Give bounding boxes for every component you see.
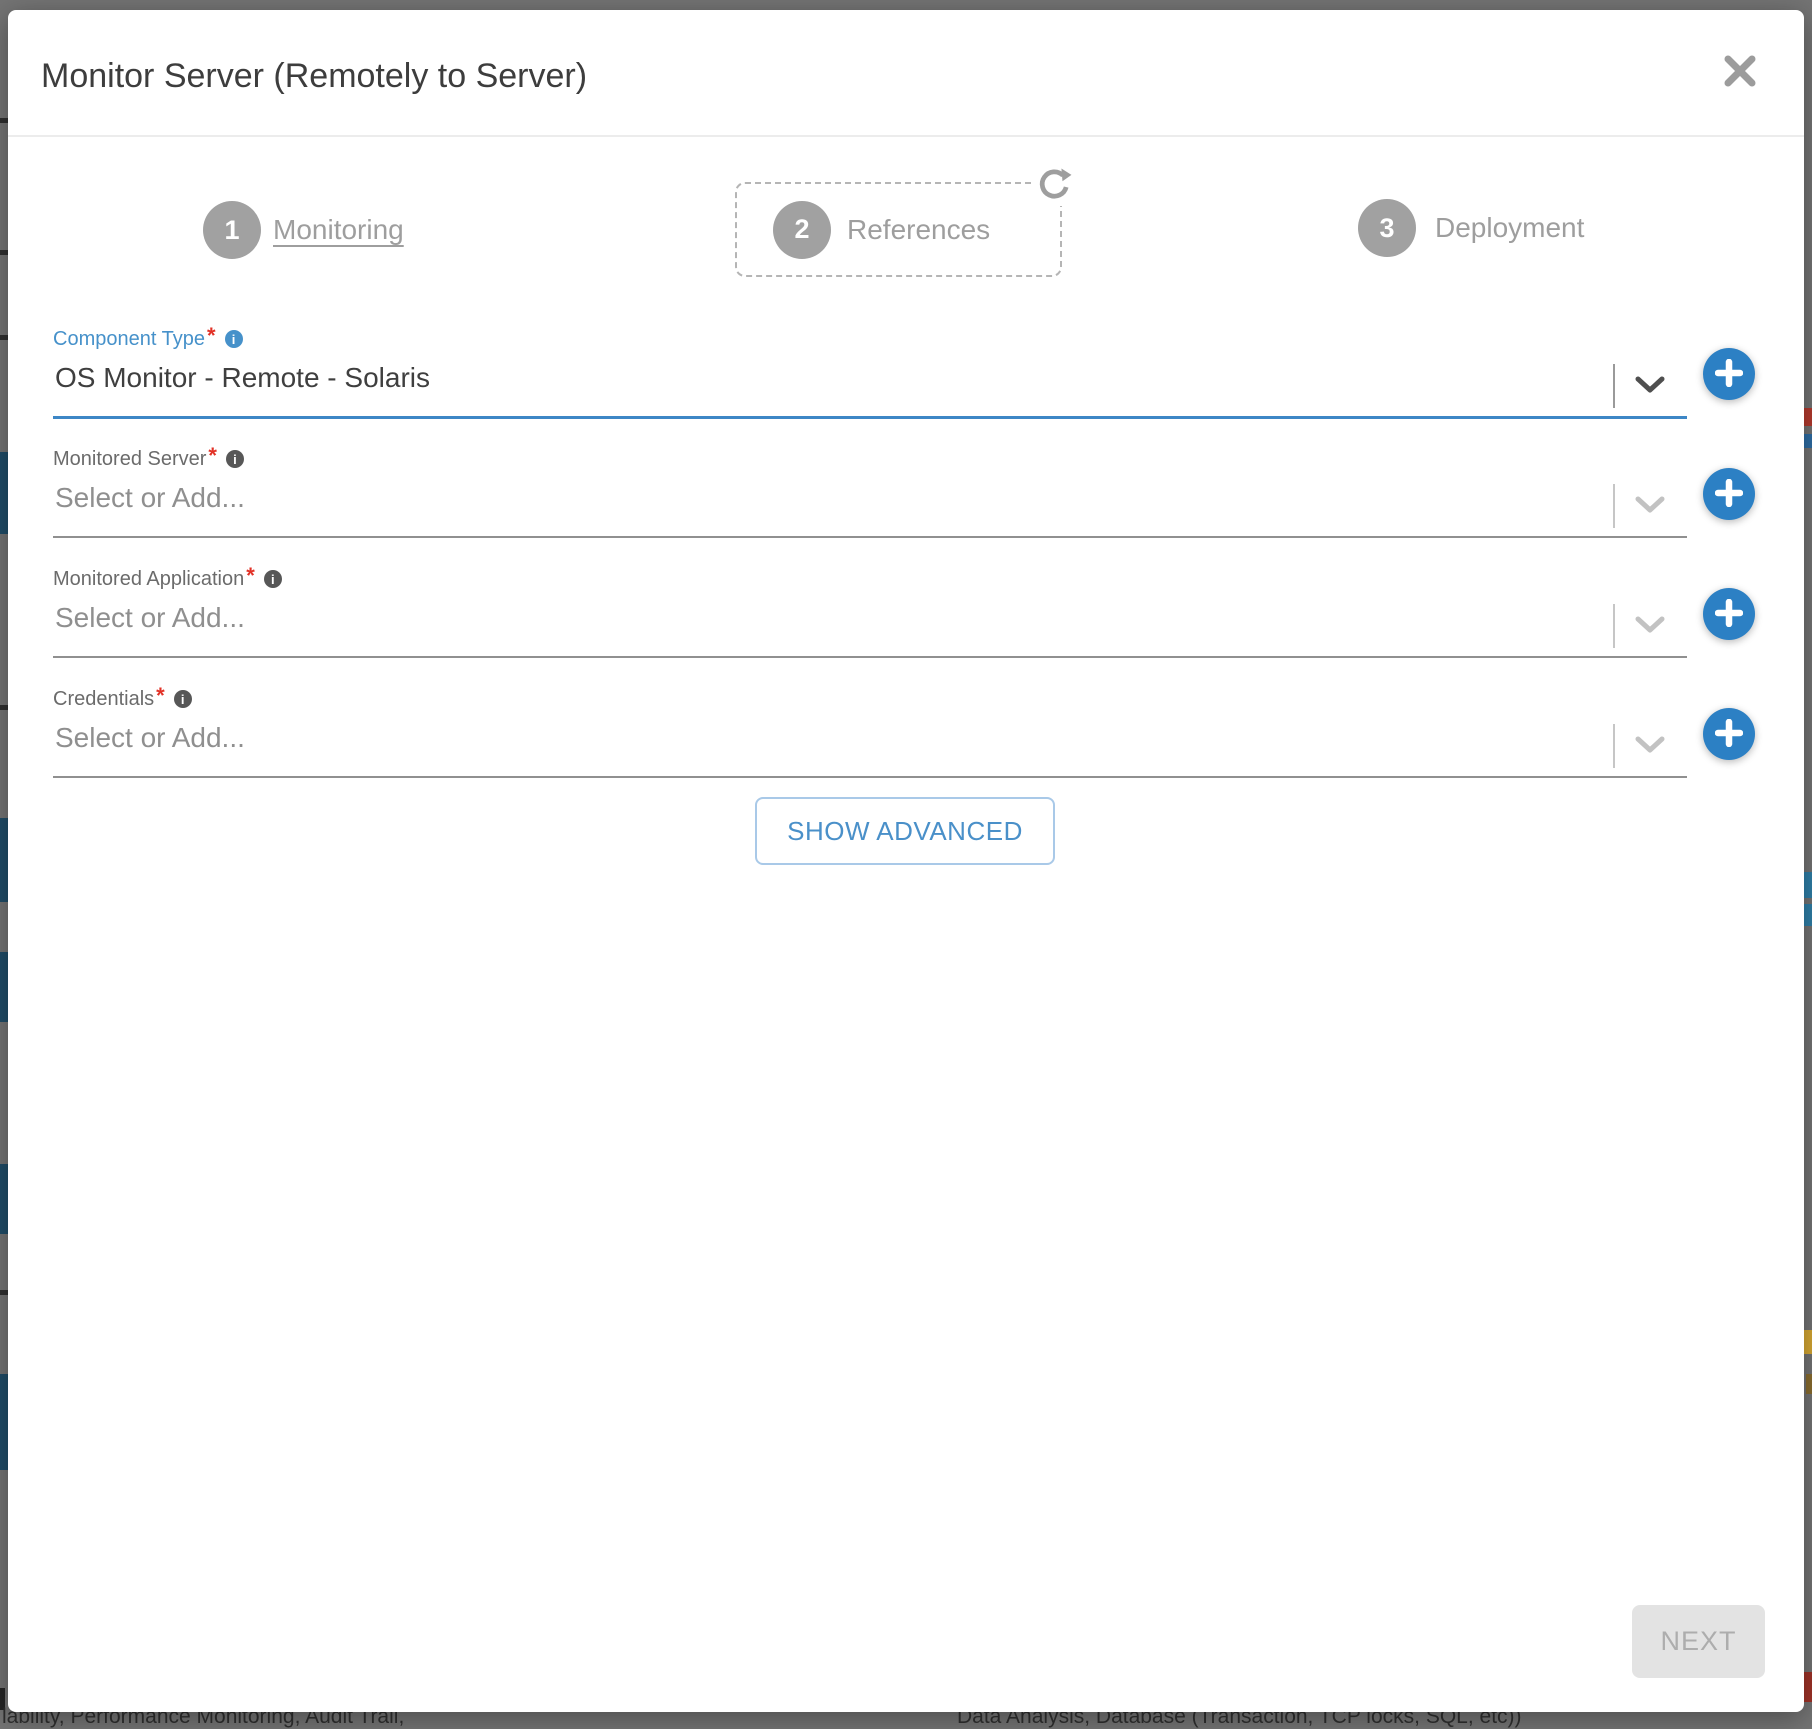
step-2-label: References [847, 214, 990, 246]
bg-fragment [0, 118, 8, 123]
credentials-label: Credentials*i [53, 686, 192, 712]
field-divider [1613, 484, 1615, 528]
info-icon[interactable]: i [174, 690, 192, 708]
bg-fragment [1804, 904, 1812, 926]
info-icon[interactable]: i [264, 570, 282, 588]
bg-fragment [1804, 872, 1812, 898]
close-icon [1723, 54, 1757, 91]
monitored-server-field: Monitored Server*i Select or Add... [53, 446, 1687, 538]
field-divider [1613, 364, 1615, 408]
monitored-application-label: Monitored Application*i [53, 566, 282, 592]
credentials-field: Credentials*i Select or Add... [53, 686, 1687, 778]
monitored-server-select[interactable]: Select or Add... [55, 482, 245, 514]
monitored-application-select[interactable]: Select or Add... [55, 602, 245, 634]
show-advanced-button[interactable]: SHOW ADVANCED [755, 797, 1055, 865]
step-1-badge: 1 [203, 201, 261, 259]
dialog-title: Monitor Server (Remotely to Server) [41, 54, 587, 98]
required-marker: * [208, 443, 217, 469]
required-marker: * [246, 563, 255, 589]
bg-fragment [1804, 408, 1812, 426]
add-credentials-button[interactable] [1703, 708, 1755, 760]
monitored-server-label: Monitored Server*i [53, 446, 244, 472]
chevron-down-icon[interactable] [1635, 616, 1665, 634]
bg-fragment [0, 335, 8, 340]
add-monitored-application-button[interactable] [1703, 588, 1755, 640]
step-2-badge: 2 [773, 201, 831, 259]
monitored-application-field: Monitored Application*i Select or Add... [53, 566, 1687, 658]
bg-fragment [1804, 434, 1812, 448]
bg-fragment [0, 705, 8, 710]
field-divider [1613, 724, 1615, 768]
step-1-monitoring[interactable]: Monitoring [273, 201, 404, 259]
add-component-type-button[interactable] [1703, 348, 1755, 400]
bg-fragment [1804, 1330, 1812, 1354]
chevron-down-icon[interactable] [1635, 376, 1665, 394]
component-type-field: Component Type*i OS Monitor - Remote - S… [53, 326, 1687, 419]
credentials-select[interactable]: Select or Add... [55, 722, 245, 754]
component-type-label: Component Type*i [53, 326, 243, 352]
step-2-references: 2 References [735, 182, 1062, 277]
bg-fragment [0, 1290, 8, 1295]
plus-icon [1715, 599, 1743, 630]
header-divider [8, 135, 1804, 137]
refresh-icon[interactable] [1034, 166, 1074, 206]
monitor-server-dialog: Monitor Server (Remotely to Server) 1 Mo… [8, 10, 1804, 1712]
bg-fragment [1806, 1374, 1812, 1394]
info-icon[interactable]: i [225, 330, 243, 348]
field-divider [1613, 604, 1615, 648]
step-3-badge: 3 [1358, 199, 1416, 257]
required-marker: * [207, 323, 216, 349]
next-button[interactable]: NEXT [1632, 1605, 1765, 1678]
component-type-value[interactable]: OS Monitor - Remote - Solaris [55, 362, 430, 394]
chevron-down-icon[interactable] [1635, 496, 1665, 514]
bg-fragment [1804, 1672, 1812, 1702]
bg-fragment [0, 250, 8, 255]
chevron-down-icon[interactable] [1635, 736, 1665, 754]
plus-icon [1715, 479, 1743, 510]
plus-icon [1715, 719, 1743, 750]
step-3-deployment: Deployment [1435, 199, 1584, 257]
info-icon[interactable]: i [226, 450, 244, 468]
add-monitored-server-button[interactable] [1703, 468, 1755, 520]
plus-icon [1715, 359, 1743, 390]
required-marker: * [156, 683, 165, 709]
close-button[interactable] [1716, 48, 1764, 96]
